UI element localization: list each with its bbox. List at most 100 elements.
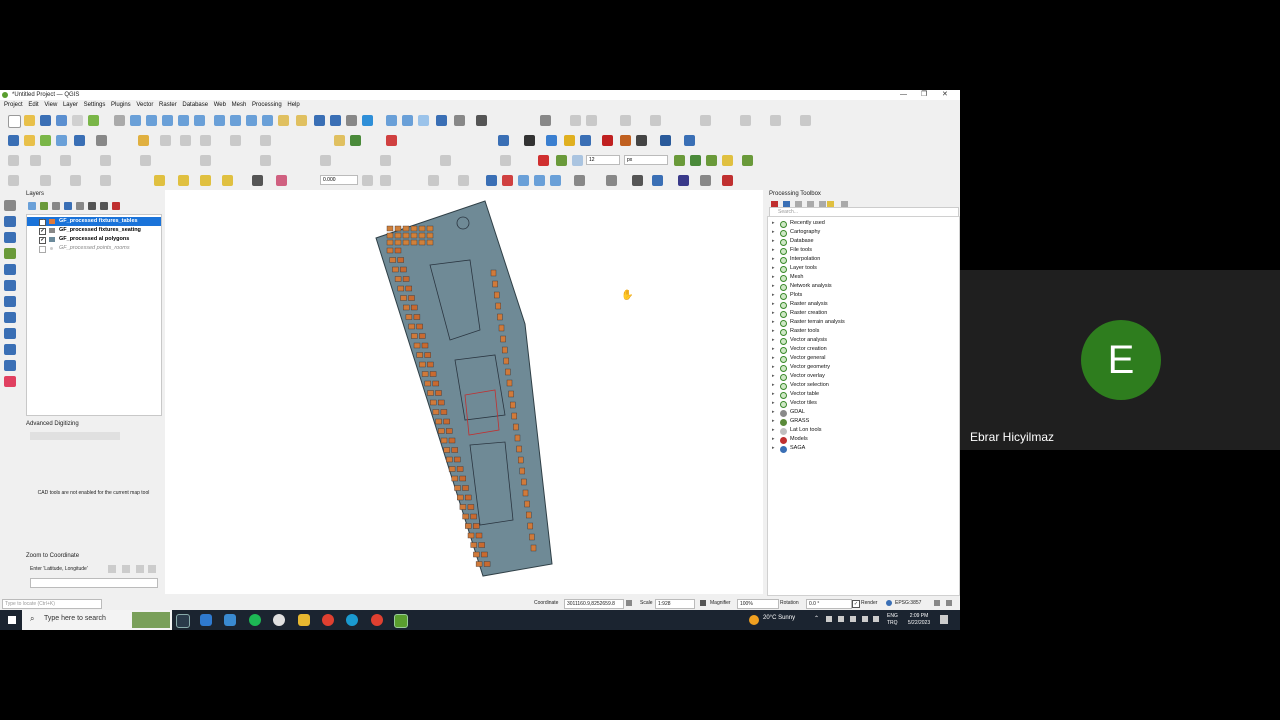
render-checkbox[interactable]: ✓ — [852, 600, 860, 608]
invert-selection-icon[interactable] — [222, 175, 233, 186]
expand-arrow-icon[interactable]: ▸ — [772, 327, 775, 336]
store-icon[interactable] — [224, 614, 236, 626]
style-manager-icon[interactable] — [88, 115, 99, 126]
chrome-3-icon[interactable] — [371, 614, 383, 626]
expand-arrow-icon[interactable]: ▸ — [772, 300, 775, 309]
temporal-controller-icon[interactable] — [346, 115, 357, 126]
processing-provider-item[interactable]: ▸ Models — [768, 435, 958, 444]
magnifier-field[interactable]: 100% — [737, 599, 779, 609]
data-source-manager-icon[interactable] — [8, 135, 19, 146]
menu-processing[interactable]: Processing — [252, 100, 282, 111]
histogram-stretch-icon[interactable] — [550, 175, 561, 186]
processing-provider-item[interactable]: ▸ Database — [768, 237, 958, 246]
snap-vertex-icon[interactable] — [556, 155, 567, 166]
tray-chevron-icon[interactable]: ⌃ — [814, 615, 819, 622]
zoom-last-icon[interactable] — [262, 115, 273, 126]
edge-icon[interactable] — [346, 614, 358, 626]
volume-icon[interactable] — [873, 616, 879, 622]
spatialite-icon[interactable] — [4, 264, 16, 275]
tool-icon[interactable] — [684, 135, 695, 146]
layer-item[interactable]: GF_processed points_rooms — [27, 244, 161, 253]
clock[interactable]: 2:09 PM 5/22/2023 — [904, 613, 934, 627]
snapping-icon[interactable] — [538, 155, 549, 166]
measure-area-icon[interactable] — [574, 175, 585, 186]
filter-expression-icon[interactable] — [76, 202, 84, 210]
menu-settings[interactable]: Settings — [84, 100, 106, 111]
toolbox-icon[interactable] — [722, 175, 733, 186]
expand-arrow-icon[interactable]: ▸ — [772, 273, 775, 282]
topology-icon[interactable] — [690, 155, 701, 166]
layer-visibility-checkbox[interactable]: ✓ — [39, 219, 46, 226]
processing-provider-item[interactable]: ▸ Raster analysis — [768, 300, 958, 309]
spotify-icon[interactable] — [249, 614, 261, 626]
layer-item[interactable]: ✓ GF_processed fixtures_tables — [27, 217, 161, 226]
menu-database[interactable]: Database — [182, 100, 208, 111]
zoom-full-icon[interactable] — [194, 115, 205, 126]
toggle-editing-icon[interactable] — [138, 135, 149, 146]
processing-provider-item[interactable]: ▸ Vector analysis — [768, 336, 958, 345]
settings-icon[interactable] — [136, 565, 144, 573]
windows-start-icon[interactable] — [8, 616, 16, 624]
select-features-icon[interactable] — [418, 115, 429, 126]
expand-arrow-icon[interactable]: ▸ — [772, 417, 775, 426]
add-raster-layer-icon[interactable] — [56, 135, 67, 146]
zoom-in-icon[interactable] — [146, 115, 157, 126]
expand-arrow-icon[interactable]: ▸ — [772, 399, 775, 408]
copy-icon[interactable] — [122, 565, 130, 573]
processing-provider-item[interactable]: ▸ Network analysis — [768, 282, 958, 291]
new-map-view-icon[interactable] — [278, 115, 289, 126]
expand-arrow-icon[interactable]: ▸ — [772, 264, 775, 273]
select-by-expression-icon[interactable] — [154, 175, 165, 186]
add-vector-layer-icon[interactable] — [40, 135, 51, 146]
scale-field[interactable]: 1:928 — [655, 599, 695, 609]
add-delimited-text-icon[interactable] — [74, 135, 85, 146]
snap-segment-icon[interactable] — [572, 155, 583, 166]
pin-labels-icon[interactable] — [350, 135, 361, 146]
processing-provider-item[interactable]: ▸ Raster creation — [768, 309, 958, 318]
script-editor-icon[interactable] — [660, 135, 671, 146]
expand-arrow-icon[interactable]: ▸ — [772, 318, 775, 327]
maximize-button[interactable]: ❐ — [921, 90, 927, 100]
collapse-all-icon[interactable] — [100, 202, 108, 210]
wfs-layer-icon[interactable] — [4, 328, 16, 339]
label-tool-icon[interactable] — [334, 135, 345, 146]
select-by-value-icon[interactable] — [178, 175, 189, 186]
crs-label[interactable]: EPSG:3857 — [895, 596, 921, 610]
menu-plugins[interactable]: Plugins — [111, 100, 131, 111]
expand-arrow-icon[interactable]: ▸ — [772, 336, 775, 345]
processing-provider-item[interactable]: ▸ Cartography — [768, 228, 958, 237]
show-bookmarks-icon[interactable] — [330, 115, 341, 126]
menu-mesh[interactable]: Mesh — [232, 100, 247, 111]
wms-layer-icon[interactable] — [4, 312, 16, 323]
ad-layer-icon[interactable] — [4, 376, 16, 387]
measure-angle-icon[interactable] — [606, 175, 617, 186]
expand-arrow-icon[interactable]: ▸ — [772, 426, 775, 435]
mail-icon[interactable] — [200, 614, 212, 626]
processing-provider-item[interactable]: ▸ Recently used — [768, 219, 958, 228]
tray-icon[interactable] — [838, 616, 844, 622]
filter-legend-icon[interactable] — [64, 202, 72, 210]
snap-unit-select[interactable]: px — [624, 155, 668, 165]
new-geopackage-icon[interactable] — [24, 135, 35, 146]
processing-provider-item[interactable]: ▸ Interpolation — [768, 255, 958, 264]
expand-arrow-icon[interactable]: ▸ — [772, 246, 775, 255]
blend-mode-icon[interactable] — [276, 175, 287, 186]
weather-text[interactable]: 20°C Sunny — [763, 615, 795, 621]
raster-zoom-icon[interactable] — [518, 175, 529, 186]
database-icon[interactable] — [498, 135, 509, 146]
zoom-rubberband-icon[interactable] — [178, 115, 189, 126]
close-button[interactable]: ✕ — [942, 90, 948, 100]
chrome-icon[interactable] — [273, 614, 285, 626]
metasearch-icon[interactable] — [524, 135, 535, 146]
log-icon[interactable] — [946, 600, 952, 606]
print-layout-icon[interactable] — [72, 115, 83, 126]
layer-visibility-checkbox[interactable]: ✓ — [39, 237, 46, 244]
taskbar-search-box[interactable]: ⌕ Type here to search — [22, 610, 172, 630]
chrome-2-icon[interactable] — [322, 614, 334, 626]
network-icon[interactable] — [862, 616, 868, 622]
crs-icon[interactable] — [886, 600, 892, 606]
layer-item[interactable]: ✓ GF_processed fixtures_seating — [27, 226, 161, 235]
layer-item[interactable]: ✓ GF_processed al polygons — [27, 235, 161, 244]
identify-features-icon[interactable] — [386, 115, 397, 126]
raster-zoom-native-icon[interactable] — [534, 175, 545, 186]
